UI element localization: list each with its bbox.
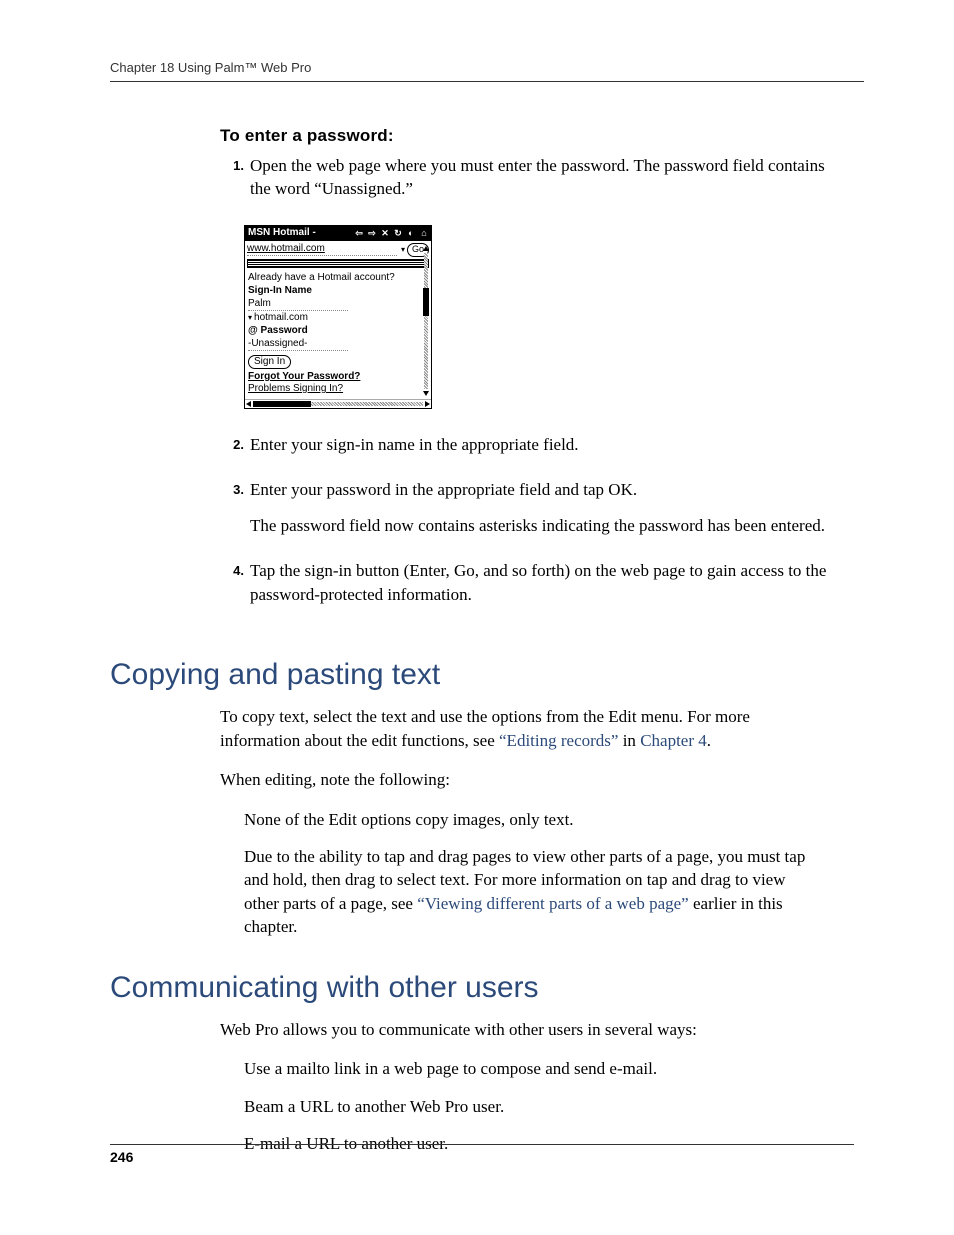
scroll-left-icon[interactable]: [246, 401, 251, 407]
scroll-up-icon[interactable]: [423, 246, 429, 251]
forgot-password-link[interactable]: Forgot Your Password?: [248, 371, 428, 383]
link-chapter-4[interactable]: Chapter 4: [640, 731, 707, 750]
password-input[interactable]: -Unassigned-: [248, 338, 348, 351]
step-number: 3.: [220, 478, 250, 549]
link-viewing-parts[interactable]: “Viewing different parts of a web page”: [417, 894, 689, 913]
page-number: 246: [110, 1144, 854, 1165]
hscroll-thumb[interactable]: [253, 401, 311, 407]
step-followup: The password field now contains asterisk…: [250, 514, 844, 537]
step-text: Tap the sign-in button (Enter, Go, and s…: [250, 559, 844, 606]
step-text: Enter your sign-in name in the appropria…: [250, 433, 844, 456]
forward-icon[interactable]: ⇨: [366, 227, 378, 239]
step-4: 4. Tap the sign-in button (Enter, Go, an…: [220, 559, 844, 618]
scroll-right-icon[interactable]: [425, 401, 430, 407]
text: in: [618, 731, 640, 750]
back-icon[interactable]: ⇦: [353, 227, 365, 239]
comm-bullet-1: Use a mailto link in a web page to compo…: [244, 1057, 824, 1080]
globe-icon[interactable]: ◐: [405, 227, 417, 239]
section-title-communicating: Communicating with other users: [110, 971, 844, 1004]
copy-bullet-1: None of the Edit options copy images, on…: [244, 808, 824, 831]
screenshot-titlebar: MSN Hotmail - ⇦ ⇨ ✕ ↻ ◐ ⌂: [245, 226, 431, 241]
device-screenshot: MSN Hotmail - ⇦ ⇨ ✕ ↻ ◐ ⌂ www.hotmail.co…: [244, 225, 432, 409]
copy-intro: To copy text, select the text and use th…: [220, 705, 824, 752]
scroll-track[interactable]: [424, 253, 428, 389]
problems-link[interactable]: Problems Signing In?: [248, 383, 428, 395]
step-3: 3. Enter your password in the appropriat…: [220, 478, 844, 549]
copy-bullet-2: Due to the ability to tap and drag pages…: [244, 845, 824, 939]
copy-note-intro: When editing, note the following:: [220, 768, 824, 791]
signin-name-label: Sign-In Name: [248, 285, 428, 297]
screenshot-title: MSN Hotmail -: [248, 227, 316, 239]
stop-icon[interactable]: ✕: [379, 227, 391, 239]
text: .: [707, 731, 711, 750]
banner-graphic: [247, 259, 429, 268]
step-number: 2.: [220, 433, 250, 468]
section-title-copying: Copying and pasting text: [110, 658, 844, 691]
step-2: 2. Enter your sign-in name in the approp…: [220, 433, 844, 468]
step-text: Open the web page where you must enter t…: [250, 154, 844, 201]
home-icon[interactable]: ⌂: [418, 227, 430, 239]
signin-button[interactable]: Sign In: [248, 355, 291, 369]
dropdown-icon[interactable]: ▾: [401, 245, 405, 255]
step-1: 1. Open the web page where you must ente…: [220, 154, 844, 213]
scroll-thumb[interactable]: [423, 288, 429, 316]
scroll-down-icon[interactable]: [423, 391, 429, 396]
reload-icon[interactable]: ↻: [392, 227, 404, 239]
link-editing-records[interactable]: “Editing records”: [499, 731, 618, 750]
url-field[interactable]: www.hotmail.com: [247, 243, 397, 256]
prompt-text: Already have a Hotmail account?: [248, 272, 428, 284]
step-text: Enter your password in the appropriate f…: [250, 478, 844, 501]
vertical-scrollbar[interactable]: [423, 246, 429, 396]
step-number: 1.: [220, 154, 250, 213]
password-label: @ Password: [248, 325, 428, 337]
domain-selector[interactable]: hotmail.com: [248, 312, 428, 324]
running-header: Chapter 18 Using Palm™ Web Pro: [110, 60, 864, 82]
signin-name-input[interactable]: Palm: [248, 298, 348, 311]
comm-bullet-2: Beam a URL to another Web Pro user.: [244, 1095, 824, 1118]
comm-intro: Web Pro allows you to communicate with o…: [220, 1018, 824, 1041]
horizontal-scrollbar[interactable]: [245, 399, 431, 408]
step-number: 4.: [220, 559, 250, 618]
procedure-title: To enter a password:: [220, 126, 844, 146]
